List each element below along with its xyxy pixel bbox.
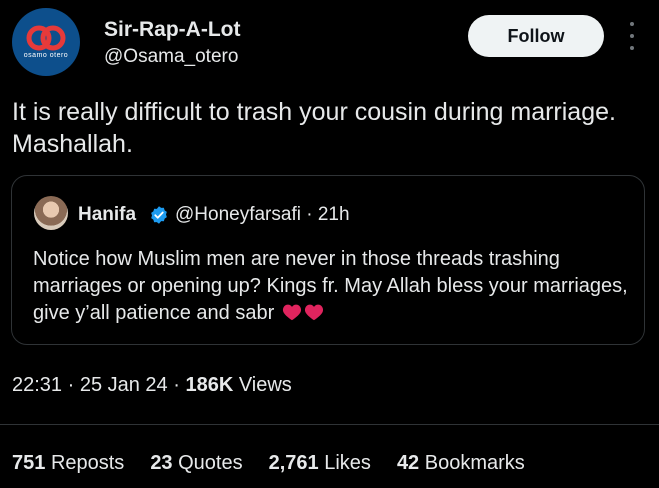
red-heart-emoji-icon xyxy=(304,304,323,321)
likes-count: 2,761 xyxy=(268,452,319,474)
verified-badge-icon xyxy=(151,206,167,224)
red-heart-emoji-icon xyxy=(282,304,301,321)
author-avatar[interactable]: osamo otero xyxy=(12,8,80,76)
author-display-name[interactable]: Sir-Rap-A-Lot xyxy=(104,18,240,42)
reposts-stat[interactable]: 751 Reposts xyxy=(12,452,124,475)
quotes-count: 23 xyxy=(150,452,173,474)
reposts-label: Reposts xyxy=(50,452,125,474)
bookmarks-stat[interactable]: 42 Bookmarks xyxy=(397,452,525,475)
author-handle[interactable]: @Osama_otero xyxy=(104,46,238,68)
bookmarks-count: 42 xyxy=(396,452,420,474)
tweet-text: It is really difficult to trash your cou… xyxy=(12,98,616,158)
tweet-timestamp[interactable]: 22:31 · 25 Jan 24 · xyxy=(12,374,185,396)
views-label: Views xyxy=(233,374,292,396)
bookmarks-label: Bookmarks xyxy=(424,452,525,474)
divider xyxy=(0,424,659,425)
quotes-label: Quotes xyxy=(178,452,243,474)
quotes-stat[interactable]: 23 Quotes xyxy=(150,452,242,475)
quote-handle-and-time: @Honeyfarsafi · 21h xyxy=(175,204,350,225)
views-count: 186K xyxy=(185,374,234,396)
avatar-logo-text: osamo otero xyxy=(23,52,69,59)
quote-text-body: Notice how Muslim men are never in those… xyxy=(33,248,628,324)
quoted-tweet-card[interactable]: Hanifa @Honeyfarsafi · 21h Notice how Mu… xyxy=(11,175,645,345)
tweet-meta: 22:31 · 25 Jan 24 · 186K Views xyxy=(12,374,292,397)
likes-stat[interactable]: 2,761 Likes xyxy=(269,452,371,475)
quote-author-name: Hanifa xyxy=(78,204,137,225)
likes-label: Likes xyxy=(324,452,371,474)
reposts-count: 751 xyxy=(12,452,46,474)
follow-button[interactable]: Follow xyxy=(468,15,604,57)
quote-text: Notice how Muslim men are never in those… xyxy=(33,246,633,327)
quote-author-avatar xyxy=(34,196,68,230)
logo-icon xyxy=(26,25,66,51)
engagement-stats: 751 Reposts 23 Quotes 2,761 Likes 42 Boo… xyxy=(12,452,551,475)
more-options-icon[interactable] xyxy=(624,22,640,50)
